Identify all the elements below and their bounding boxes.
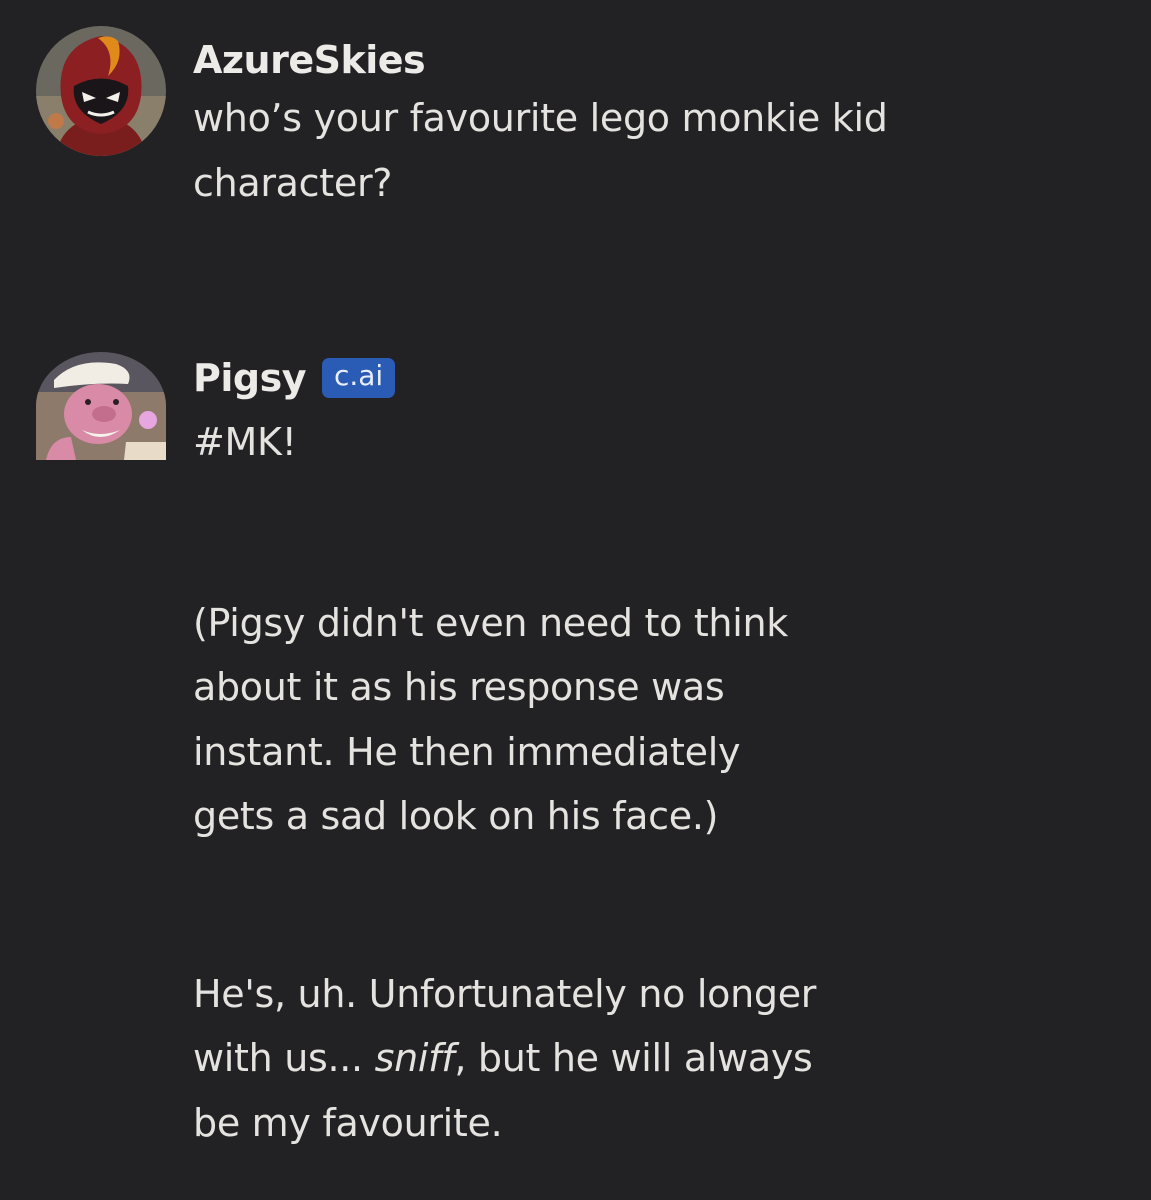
bot-paragraph-3: He's, uh. Unfortunately no longer with u… [193,962,1111,1156]
line-text: with us... [193,1036,375,1080]
sniff-emphasis: sniff [374,1036,455,1080]
message-line: (Pigsy didn't even need to think [193,600,788,645]
message-line: He's, uh. Unfortunately no longer [193,971,817,1016]
user-message-text: who’s your favourite lego monkie kid cha… [193,86,1111,215]
message-line: gets a sad look on his face.) [193,794,719,838]
bot-avatar[interactable] [36,352,166,460]
bot-paragraph-2: (Pigsy didn't even need to think about i… [193,591,1111,849]
cai-badge: c.ai [321,358,396,398]
message-line: be my favourite. [193,1100,503,1145]
bot-name: Pigsy [193,356,306,400]
pig-chef-avatar-icon [36,352,166,460]
bot-paragraph-1: #MK! [193,410,1111,475]
villain-character-avatar-icon [36,26,166,156]
user-name: AzureSkies [193,38,426,82]
message-line: #MK! [193,420,297,464]
message-line: who’s your favourite lego monkie kid [193,96,888,140]
message-line: character? [193,160,393,205]
message-line: instant. He then immediately [193,729,741,774]
message-line: with us... sniff, but he will always [193,1026,1111,1091]
user-avatar[interactable] [36,26,166,156]
message-line: about it as his response was [193,665,725,709]
line-text: , but he will always [454,1036,813,1080]
